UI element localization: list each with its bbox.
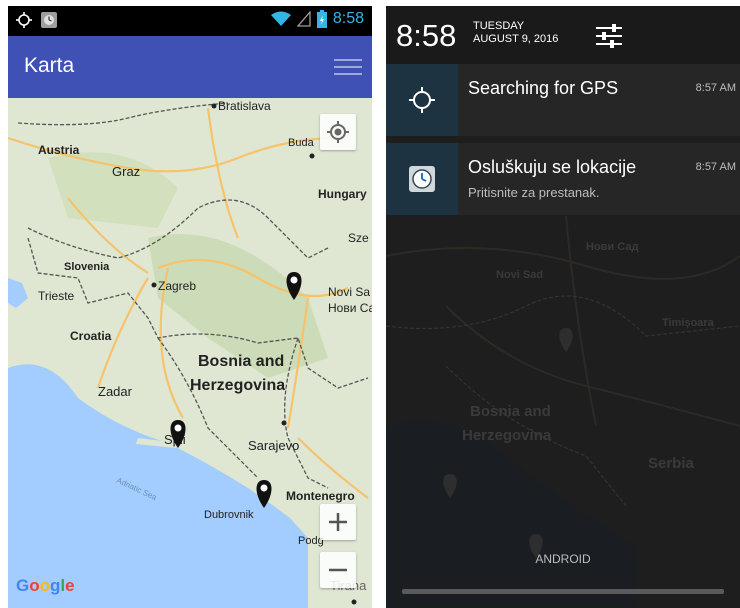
city-dot — [151, 282, 157, 288]
shade-drag-handle[interactable] — [402, 589, 724, 594]
minus-icon — [329, 568, 347, 572]
map-label: Herzegovina — [190, 377, 285, 394]
map-label: Dubrovnik — [204, 509, 254, 521]
battery-icon — [316, 10, 327, 28]
map-label: Нови Сад — [586, 241, 638, 253]
wifi-icon — [270, 11, 291, 26]
zoom-in-button[interactable] — [320, 504, 356, 540]
weekday-label: TUESDAY — [473, 20, 525, 32]
map-label: Sze — [348, 231, 369, 245]
my-location-icon — [327, 121, 349, 143]
map-label: Novi Sad — [496, 269, 543, 281]
notification-icon-container — [386, 64, 458, 136]
google-logo: Google — [16, 576, 75, 595]
quick-settings-sliders-icon[interactable] — [594, 23, 624, 49]
notification-title: Osluškuju se lokacije — [468, 157, 637, 177]
map-label: Sarajevo — [248, 438, 299, 453]
app-clock-icon — [409, 166, 435, 192]
map-label: Bosnia and — [198, 353, 284, 370]
notification-icon-container — [386, 143, 458, 215]
header-date: TUESDAY AUGUST 9, 2016 — [473, 20, 558, 46]
notification-gps[interactable]: Searching for GPS 8:57 AM — [386, 64, 740, 136]
map-label: Trieste — [38, 289, 75, 303]
city-dot — [309, 153, 315, 159]
app-notification-icon — [41, 12, 57, 28]
notification-shade-screen: Нови Сад Novi Sad Bosnia and Herzegovina… — [386, 6, 740, 608]
map-label: Timișoara — [662, 317, 715, 329]
my-location-button[interactable] — [320, 114, 356, 150]
app-bar: Karta — [8, 36, 372, 98]
map-label: Montenegro — [286, 489, 355, 503]
notification-time: 8:57 AM — [695, 82, 736, 94]
gps-crosshair-icon — [409, 87, 435, 113]
header-clock: 8:58 — [396, 18, 457, 53]
map-label: Buda — [288, 137, 315, 149]
map-label: Bratislava — [218, 99, 271, 113]
city-dot — [351, 599, 357, 605]
plus-icon — [329, 513, 347, 531]
notification-location-listener[interactable]: Osluškuju se lokacije Pritisnite za pres… — [386, 143, 740, 215]
map-label: Serbia — [648, 455, 695, 472]
status-bar: 8:58 — [8, 6, 372, 36]
page-title: Karta — [24, 54, 75, 77]
map-label: Zadar — [98, 384, 133, 399]
notification-subtitle: Pritisnite za prestanak. — [468, 185, 600, 200]
gps-status-icon — [16, 12, 32, 28]
map-label: Austria — [38, 143, 80, 157]
map-label: Croatia — [70, 329, 112, 343]
map-label: Bosnia and — [470, 403, 551, 420]
city-dot — [211, 103, 217, 109]
status-clock: 8:58 — [332, 10, 364, 27]
carrier-label: ANDROID — [535, 552, 591, 566]
notification-header: 8:58 TUESDAY AUGUST 9, 2016 — [386, 6, 740, 64]
map-screen: 8:58 Karta Bratislava Austria Graz Buda … — [8, 6, 372, 608]
zoom-out-button[interactable] — [320, 552, 356, 588]
map-view[interactable]: Bratislava Austria Graz Buda Hungary Sze… — [8, 98, 372, 608]
map-label: Graz — [112, 164, 140, 179]
map-label: Slovenia — [64, 261, 110, 273]
date-label: AUGUST 9, 2016 — [473, 33, 559, 45]
map-label: Hungary — [318, 187, 367, 201]
cell-signal-icon — [296, 11, 311, 27]
map-label: Нови Са — [328, 301, 372, 315]
notification-time: 8:57 AM — [695, 161, 736, 173]
notification-title: Searching for GPS — [468, 78, 619, 98]
map-label: Zagreb — [158, 279, 196, 293]
map-label: Herzegovina — [462, 427, 552, 444]
map-label: Novi Sa — [328, 285, 370, 299]
hamburger-menu-icon[interactable] — [334, 54, 362, 78]
city-dot — [281, 420, 287, 426]
